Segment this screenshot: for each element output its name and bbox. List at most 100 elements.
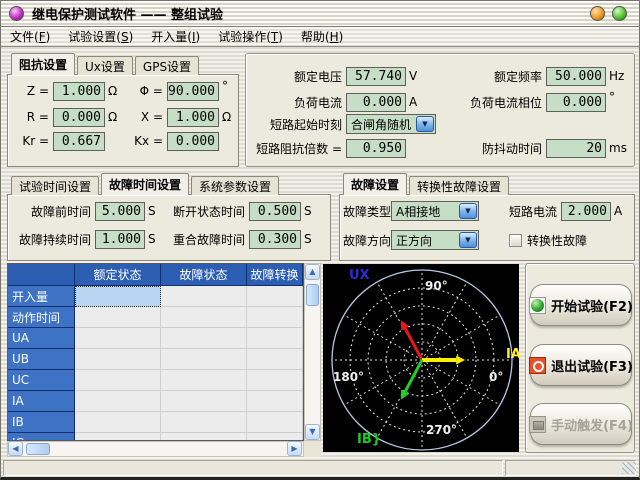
convert-fault-label: 转换性故障 [527,232,587,249]
table-cell[interactable] [247,286,303,307]
load-current-unit: A [409,95,417,109]
r-label: R = [15,110,49,124]
rated-freq-field[interactable]: 50.000 [546,67,606,86]
close-button[interactable] [612,6,627,21]
hscroll-thumb[interactable] [26,443,50,455]
io-table-grid[interactable]: 额定状态故障状态故障转换开入量动作时间UAUBUCIAIBIC [7,263,304,441]
tab-GPS设置[interactable]: GPS设置 [135,56,199,75]
table-cell[interactable] [247,307,303,328]
table-cell[interactable] [247,328,303,349]
table-cell[interactable] [161,307,247,328]
start-test-button[interactable]: 开始试验(F2) [530,284,632,326]
table-cell[interactable] [247,349,303,370]
status-bar-left [3,460,503,476]
dropdown-arrow-icon[interactable]: ▼ [459,232,477,248]
table-cell[interactable] [161,328,247,349]
tab-试验时间设置[interactable]: 试验时间设置 [11,176,99,195]
table-column-header[interactable]: 故障转换 [247,264,303,286]
tab-系统参数设置[interactable]: 系统参数设置 [191,176,279,195]
table-row-header[interactable]: IB [8,412,75,433]
minimize-button[interactable] [590,6,605,21]
dropdown-arrow-icon[interactable]: ▼ [459,203,477,219]
tab-故障设置[interactable]: 故障设置 [343,173,407,195]
horizontal-scrollbar[interactable]: ◀ ▶ [7,441,304,457]
tab-Ux设置[interactable]: Ux设置 [77,56,133,75]
table-row: IB [8,412,303,433]
prefault-time-field[interactable]: 5.000 [95,202,145,221]
dropdown-arrow-icon[interactable]: ▼ [416,116,434,132]
fault-direction-select[interactable]: 正方向▼ [391,230,479,250]
tab-转换性故障设置[interactable]: 转换性故障设置 [409,176,509,195]
vscroll-thumb[interactable] [306,284,319,306]
load-phase-unit: ° [609,90,615,104]
table-row-header[interactable]: UB [8,349,75,370]
table-column-header[interactable]: 故障状态 [161,264,247,286]
table-row-header[interactable]: UC [8,370,75,391]
table-row-header[interactable]: IA [8,391,75,412]
scroll-down-button[interactable]: ▼ [305,424,320,440]
table-cell[interactable] [75,307,161,328]
impedance-mult-field[interactable]: 0.950 [346,139,406,158]
menu-item-0[interactable]: 文件(F) [1,28,59,45]
reclose-fault-time-field[interactable]: 0.300 [249,230,301,249]
z-label: Z = [15,84,49,98]
table-cell[interactable] [75,433,161,441]
table-cell[interactable] [161,412,247,433]
menu-item-3[interactable]: 试验操作(T) [209,28,292,45]
convert-fault-checkbox[interactable] [509,234,522,247]
table-cell[interactable] [247,370,303,391]
table-row-header[interactable]: IC [8,433,75,441]
table-cell[interactable] [161,433,247,441]
manual-trigger-label: 手动触发(F4) [551,415,633,434]
tab-阻抗设置[interactable]: 阻抗设置 [11,53,75,75]
table-cell[interactable] [247,433,303,441]
scroll-up-button[interactable]: ▲ [305,264,320,280]
table-cell[interactable] [161,286,247,307]
table-cell[interactable] [75,286,161,307]
table-row-header[interactable]: UA [8,328,75,349]
table-cell[interactable] [75,370,161,391]
menu-item-4[interactable]: 帮助(H) [292,28,352,45]
scroll-left-button[interactable]: ◀ [8,441,23,456]
vertical-scrollbar[interactable]: ▲ ▼ [304,263,321,441]
exit-test-label: 退出试验(F3) [551,356,633,375]
fault-tabbar: 故障设置转换性故障设置 [343,173,511,195]
table-cell[interactable] [247,412,303,433]
menu-item-2[interactable]: 开入量(I) [142,28,209,45]
load-phase-field[interactable]: 0.000 [546,93,606,112]
rated-voltage-field[interactable]: 57.740 [346,67,406,86]
menu-item-1[interactable]: 试验设置(S) [59,28,142,45]
table-row-header[interactable]: 动作时间 [8,307,75,328]
rated-freq-label: 额定频率 [454,68,542,85]
fault-type-select[interactable]: A相接地▼ [391,201,479,221]
kx-field[interactable]: 0.000 [167,132,219,151]
r-field[interactable]: 0.000 [53,108,105,127]
x-field[interactable]: 1.000 [167,108,219,127]
table-cell[interactable] [247,391,303,412]
table-cell[interactable] [75,328,161,349]
table-column-header[interactable]: 额定状态 [75,264,161,286]
phasor-180-label: 180° [333,370,364,384]
exit-test-button[interactable]: 退出试验(F3) [530,344,632,386]
load-current-field[interactable]: 0.000 [346,93,406,112]
open-state-time-field[interactable]: 0.500 [249,202,301,221]
table-cell[interactable] [75,412,161,433]
table-row-header[interactable]: 开入量 [8,286,75,307]
tab-故障时间设置[interactable]: 故障时间设置 [101,173,189,195]
short-start-select[interactable]: 合闸角随机▼ [346,114,436,134]
resize-grip[interactable] [622,462,636,474]
kr-field[interactable]: 0.667 [53,132,105,151]
load-current-label: 负荷电流 [254,94,342,111]
z-field[interactable]: 1.000 [53,82,105,101]
table-cell[interactable] [161,370,247,391]
debounce-field[interactable]: 20 [546,139,606,158]
scroll-right-button[interactable]: ▶ [287,441,302,456]
fault-duration-field[interactable]: 1.000 [95,230,145,249]
phi-field[interactable]: 90.000 [167,82,219,101]
table-cell[interactable] [75,391,161,412]
short-current-field[interactable]: 2.000 [561,202,611,221]
table-cell[interactable] [161,349,247,370]
table-cell[interactable] [75,349,161,370]
start-test-label: 开始试验(F2) [551,296,633,315]
table-cell[interactable] [161,391,247,412]
